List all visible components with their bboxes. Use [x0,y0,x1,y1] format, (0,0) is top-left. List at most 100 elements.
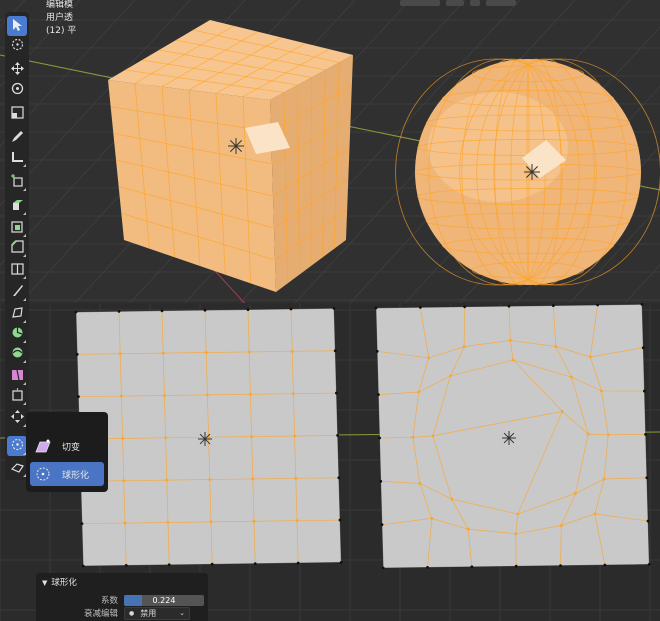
proportional-dropdown[interactable]: ● 禁用 ⌄ [124,606,190,620]
inset-tool[interactable] [7,218,27,238]
proportional-label: 衰减编辑 [83,609,118,619]
tool-flyout-menu: 切变 球形化 [26,412,108,492]
plane-vertex [603,563,607,567]
plane-vertex [165,478,169,482]
plane-vertex [118,352,122,356]
cursor-box-icon [10,17,25,36]
proportional-value: 禁用 [140,608,157,618]
factor-label: 系数 [100,596,118,606]
plane-vertex [167,563,171,567]
plane-vertex [593,512,597,516]
plane-vertex [380,523,384,527]
plane-vertex [379,479,383,483]
panel-header[interactable]: ▼ 球形化 [42,576,77,588]
to-sphere-tool[interactable] [7,436,27,456]
plane-vertex [641,346,645,350]
pivot-dropdown[interactable] [446,0,464,6]
spin-tool[interactable] [7,324,27,344]
plane-vertex [208,478,212,481]
measure-tool[interactable] [7,148,27,168]
snap-toggle[interactable] [470,0,480,6]
panel-title: 球形化 [51,578,77,588]
viewport-scene[interactable] [0,0,660,621]
flyout-item-label: 球形化 [62,470,90,481]
snap-dropdown[interactable] [486,0,516,6]
plane-vertex [335,391,338,395]
flyout-item-shear[interactable]: 切变 [30,434,104,458]
edge-slide-tool[interactable] [7,366,27,386]
plane-vertex [551,304,555,307]
plane-vertex [559,524,563,527]
shrink-fatten-tool[interactable] [7,386,27,406]
cursor-tool[interactable] [7,36,27,56]
flyout-corner-indicator [23,164,26,167]
move-arrows-icon [10,61,25,80]
orientation-dropdown[interactable] [400,0,440,6]
annotate-tool[interactable] [7,128,27,148]
scale-icon [10,105,25,124]
plane-vertex [296,561,300,565]
rip-tool[interactable] [7,458,27,478]
flyout-corner-indicator [23,212,26,215]
plane-vertex [462,345,466,349]
plane-vertex [252,519,256,523]
header-toolbar[interactable] [400,0,516,8]
plane-vertex [117,310,121,313]
add-cube-tool[interactable] [7,172,27,192]
plane-vertex [378,436,381,440]
flyout-corner-indicator [23,188,26,191]
plane-vertex [337,476,341,480]
factor-slider[interactable]: 0.224 [124,594,204,606]
operator-redo-panel[interactable]: ▼ 球形化 系数 0.224 衰减编辑 ● 禁用 ⌄ [36,573,208,621]
sphere-mesh[interactable] [395,58,660,286]
smooth-tool[interactable] [7,344,27,364]
plane-vertex [606,433,610,437]
plane-vertex [646,519,650,523]
collapse-arrow-icon[interactable]: ▼ [42,579,47,587]
grid-plane-mesh[interactable] [74,307,343,568]
plane-vertex [377,393,380,397]
shear-icon [34,437,52,455]
plane-vertex [123,521,127,525]
poly-build-tool[interactable] [7,304,27,324]
plane-vertex [508,339,512,342]
chevron-down-icon: ⌄ [179,609,185,617]
tool-shelf [5,12,29,480]
scale-tool[interactable] [7,104,27,124]
knife-tool[interactable] [7,282,27,302]
plane-vertex [77,395,80,399]
flyout-corner-indicator [23,320,26,323]
plane-vertex [203,308,207,312]
plane-vertex [586,432,590,436]
push-pull-tool[interactable] [7,408,27,428]
plane-vertex [643,389,646,393]
plane-vertex [640,303,644,306]
view-label: 用户透 [46,13,74,23]
bevel-tool[interactable] [7,238,27,258]
move-tool[interactable] [7,60,27,80]
extrude-tool[interactable] [7,196,27,216]
plane-vertex [209,520,213,524]
flyout-corner-indicator [23,382,26,385]
plane-vertex [163,394,166,397]
plane-vertex [333,349,337,353]
plane-vertex [246,308,250,311]
3d-viewport[interactable]: 编辑模 用户透 (12) 平 切变 球形化 ▼ 球形化 系数 0.224 衰减编… [0,0,660,621]
rotate-tool[interactable] [7,80,27,100]
cube-mesh[interactable] [108,20,353,292]
flyout-item-to-sphere[interactable]: 球形化 [30,462,104,486]
plane-vertex [292,392,295,396]
plane-vertex [332,307,336,310]
select-box-tool[interactable] [7,16,27,36]
plane-vertex [426,566,429,569]
plane-vertex [418,306,422,309]
crosshair-circle-icon [10,37,25,56]
plane-vertex [338,518,342,522]
plane-vertex [290,349,294,353]
plane-vertex [251,477,255,481]
flyout-item-label: 切变 [62,442,81,453]
spherified-plane-mesh[interactable] [374,303,651,570]
plane-vertex [645,476,649,480]
plane-vertex [602,477,606,481]
loop-cut-tool[interactable] [7,260,27,280]
